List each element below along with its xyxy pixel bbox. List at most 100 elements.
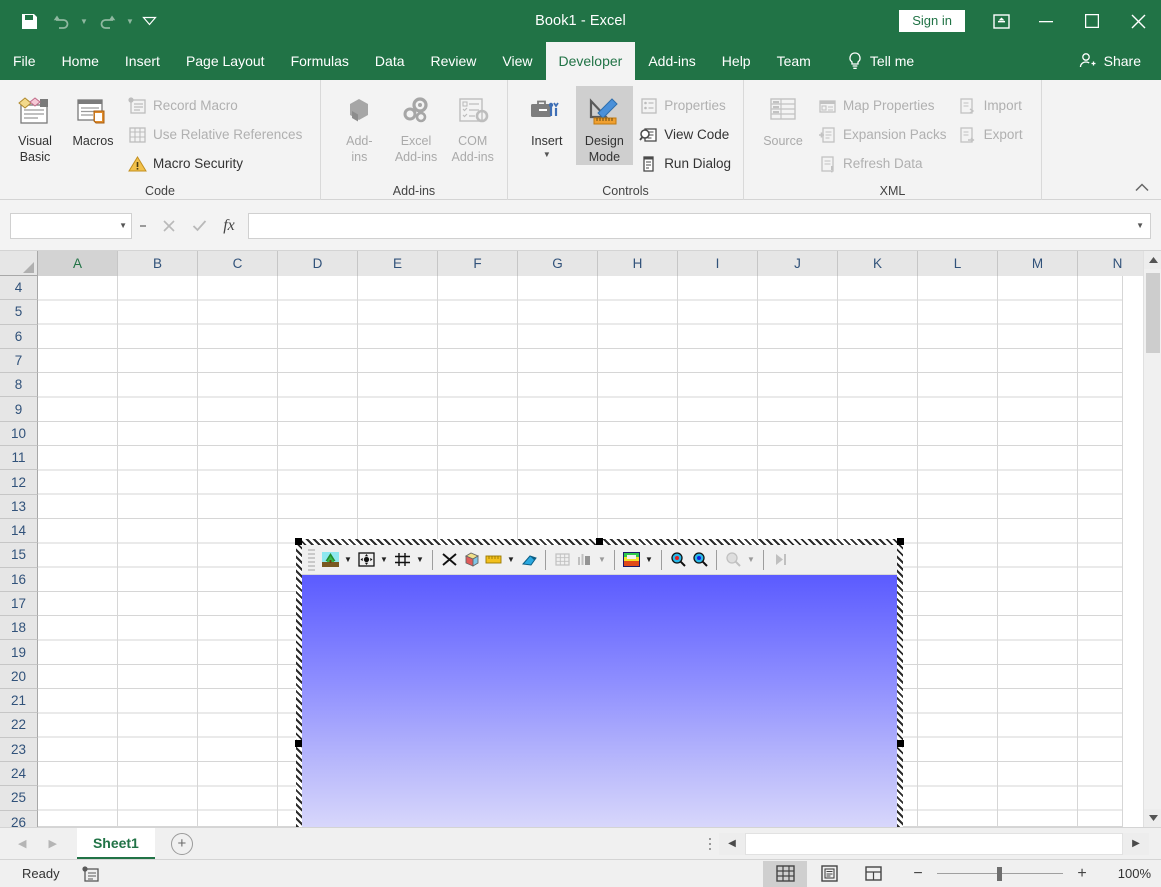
row-header-21[interactable]: 21 <box>0 689 38 714</box>
horizontal-scrollbar-track[interactable] <box>745 832 1123 855</box>
contour-plot-dropdown-caret-icon[interactable]: ▼ <box>642 549 656 571</box>
vertical-scrollbar-thumb[interactable] <box>1146 273 1160 353</box>
column-header-J[interactable]: J <box>758 251 838 276</box>
enter-checkmark-icon[interactable] <box>184 213 214 239</box>
resize-handle-nw[interactable] <box>295 538 302 545</box>
insert-controls-button[interactable]: Insert ▼ <box>518 86 576 160</box>
cut-section-box-icon[interactable] <box>460 549 482 571</box>
column-header-A[interactable]: A <box>38 251 118 276</box>
row-header-11[interactable]: 11 <box>0 446 38 471</box>
row-header-20[interactable]: 20 <box>0 664 38 690</box>
export-button[interactable]: Export <box>953 120 1029 149</box>
design-mode-button[interactable]: Design Mode <box>575 86 634 165</box>
row-header-6[interactable]: 6 <box>0 324 38 349</box>
column-header-E[interactable]: E <box>358 251 438 276</box>
column-header-G[interactable]: G <box>518 251 598 276</box>
tab-file[interactable]: File <box>0 42 49 80</box>
tab-home[interactable]: Home <box>49 42 112 80</box>
close-icon[interactable] <box>1115 0 1161 42</box>
record-macro-button[interactable]: Record Macro <box>122 91 308 120</box>
zoom-in-button[interactable]: + <box>1073 865 1091 882</box>
row-header-23[interactable]: 23 <box>0 737 38 762</box>
name-box[interactable]: ▼ <box>10 212 132 239</box>
com-add-ins-button[interactable]: COM Add-ins <box>444 86 501 165</box>
cancel-icon[interactable] <box>154 213 184 239</box>
zoom-area-dropdown-caret-icon[interactable]: ▼ <box>744 549 758 571</box>
row-header-14[interactable]: 14 <box>0 518 38 544</box>
customize-quick-access-toolbar-icon[interactable] <box>138 6 160 36</box>
scroll-down-arrow-icon[interactable] <box>1144 809 1161 827</box>
tab-developer[interactable]: Developer <box>545 42 636 80</box>
column-header-F[interactable]: F <box>438 251 518 276</box>
zoom-out-blue-icon[interactable] <box>689 549 711 571</box>
column-header-H[interactable]: H <box>598 251 678 276</box>
chart-bars-dropdown-caret-icon[interactable]: ▼ <box>595 549 609 571</box>
refresh-data-button[interactable]: Refresh Data <box>812 149 953 178</box>
grid-icon[interactable] <box>391 549 413 571</box>
column-header-B[interactable]: B <box>118 251 198 276</box>
play-animation-icon[interactable] <box>769 549 791 571</box>
scene-tree-icon[interactable] <box>319 549 341 571</box>
excel-add-ins-button[interactable]: Excel Add-ins <box>388 86 445 165</box>
row-header-4[interactable]: 4 <box>0 276 38 301</box>
chevron-down-icon[interactable]: ▼ <box>119 221 127 230</box>
insert-function-icon[interactable]: fx <box>214 213 244 239</box>
zoom-level-label[interactable]: 100% <box>1107 866 1151 881</box>
next-sheet-arrow-icon[interactable]: ▶ <box>48 837 56 850</box>
tab-data[interactable]: Data <box>362 42 418 80</box>
visual-basic-button[interactable]: Visual Basic <box>6 86 64 165</box>
add-ins-button[interactable]: Add- ins <box>331 86 388 165</box>
row-header-16[interactable]: 16 <box>0 567 38 592</box>
redo-dropdown-caret-icon[interactable]: ▼ <box>124 6 136 36</box>
scroll-up-arrow-icon[interactable] <box>1144 251 1161 269</box>
undo-dropdown-caret-icon[interactable]: ▼ <box>78 6 90 36</box>
tab-formulas[interactable]: Formulas <box>278 42 362 80</box>
column-header-M[interactable]: M <box>998 251 1078 276</box>
tab-help[interactable]: Help <box>709 42 764 80</box>
paint-spray-icon[interactable] <box>518 549 540 571</box>
scroll-left-arrow-icon[interactable]: ◀ <box>719 832 745 855</box>
mesh-icon[interactable] <box>551 549 573 571</box>
grid-dropdown-caret-icon[interactable]: ▼ <box>413 549 427 571</box>
column-header-C[interactable]: C <box>198 251 278 276</box>
resize-handle-n[interactable] <box>596 538 603 545</box>
xml-source-button[interactable]: Source <box>754 86 812 148</box>
insert-controls-dropdown-caret-icon[interactable]: ▼ <box>543 150 551 159</box>
tab-view[interactable]: View <box>489 42 545 80</box>
formula-input[interactable]: ▼ <box>248 212 1151 239</box>
collapse-ribbon-icon[interactable] <box>1131 177 1153 197</box>
sign-in-button[interactable]: Sign in <box>899 10 965 32</box>
row-header-13[interactable]: 13 <box>0 494 38 519</box>
tell-me-search[interactable]: Tell me <box>824 42 927 80</box>
sheet-bar-splitter[interactable] <box>701 837 719 850</box>
zoom-slider[interactable] <box>937 866 1063 882</box>
view-code-button[interactable]: View Code <box>633 120 737 149</box>
sheet-tab-sheet1[interactable]: Sheet1 <box>76 828 155 859</box>
run-dialog-button[interactable]: Run Dialog <box>633 149 737 178</box>
ribbon-display-options-icon[interactable] <box>979 0 1023 42</box>
row-header-5[interactable]: 5 <box>0 300 38 325</box>
row-header-22[interactable]: 22 <box>0 713 38 738</box>
contour-plot-icon[interactable] <box>620 549 642 571</box>
page-break-preview-icon[interactable] <box>851 861 895 887</box>
fit-view-icon[interactable] <box>355 549 377 571</box>
page-layout-view-icon[interactable] <box>807 861 851 887</box>
normal-view-icon[interactable] <box>763 860 807 887</box>
row-header-8[interactable]: 8 <box>0 373 38 398</box>
tab-page-layout[interactable]: Page Layout <box>173 42 278 80</box>
column-header-L[interactable]: L <box>918 251 998 276</box>
properties-button[interactable]: Properties <box>633 91 737 120</box>
resize-handle-w[interactable] <box>295 740 302 747</box>
row-header-10[interactable]: 10 <box>0 421 38 447</box>
chart-bars-icon[interactable] <box>573 549 595 571</box>
row-header-19[interactable]: 19 <box>0 640 38 665</box>
column-header-D[interactable]: D <box>278 251 358 276</box>
vcollab-toolbar-grip[interactable] <box>308 548 315 571</box>
tab-review[interactable]: Review <box>418 42 490 80</box>
expand-formula-bar-icon[interactable]: ▼ <box>1136 221 1144 230</box>
vertical-scrollbar[interactable] <box>1143 251 1161 827</box>
import-button[interactable]: Import <box>953 91 1029 120</box>
row-header-15[interactable]: 15 <box>0 543 38 568</box>
use-relative-references-button[interactable]: Use Relative References <box>122 120 308 149</box>
resize-handle-ne[interactable] <box>897 538 904 545</box>
